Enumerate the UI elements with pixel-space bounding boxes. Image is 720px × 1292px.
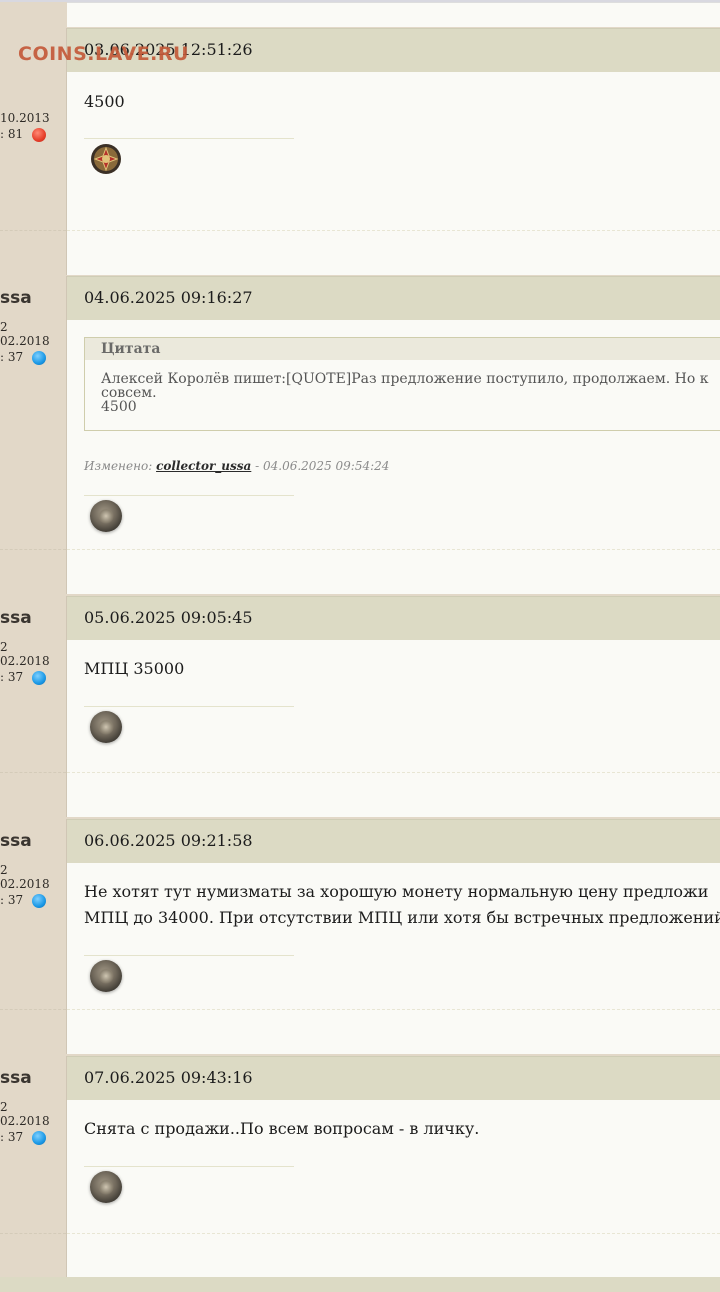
post-content: 06.06.2025 09:21:58 Не хотят тут нумизма… [67, 819, 720, 1054]
side-divider [0, 1009, 66, 1010]
site-watermark: COINS.LAVE.RU [18, 43, 189, 65]
online-status-icon [32, 351, 46, 365]
quote-text: Алексей Королёв пишет:[QUOTE]Раз предлож… [101, 372, 708, 414]
signature-divider [84, 706, 294, 707]
quote-line: Алексей Королёв пишет:[QUOTE]Раз предлож… [101, 371, 709, 387]
top-strip [0, 0, 720, 28]
post-text: 4500 [84, 92, 125, 111]
post-text-line: Не хотят тут нумизматы за хорошую монету… [84, 882, 709, 901]
coin-icon [90, 500, 122, 532]
post-date: 07.06.2025 09:43:16 [84, 1068, 253, 1087]
previous-post-tail [67, 2, 720, 27]
author-rank: 2 [0, 640, 8, 654]
coin-icon [90, 960, 122, 992]
post-header: 04.06.2025 09:16:27 [67, 276, 720, 320]
author-registered-date: 10.2013 [0, 111, 50, 125]
author-name[interactable]: ssa [0, 1068, 32, 1088]
side-divider [0, 549, 66, 550]
side-divider [0, 230, 66, 231]
post-text: Не хотят тут нумизматы за хорошую монету… [84, 879, 720, 931]
online-status-icon [32, 894, 46, 908]
edited-note: Изменено: collector_ussa - 04.06.2025 09… [84, 459, 389, 473]
post-content: 05.06.2025 09:05:45 МПЦ 35000 [67, 596, 720, 817]
post-header: 05.06.2025 09:05:45 [67, 596, 720, 640]
author-rank: 2 [0, 863, 8, 877]
bottom-strip [0, 1277, 720, 1292]
post-date: 05.06.2025 09:05:45 [84, 608, 253, 627]
post-author-panel: 10.2013 : 81 [0, 28, 67, 275]
post-author-panel: ssa 2 02.2018 : 37 [0, 1056, 67, 1277]
author-post-count: : 37 [0, 893, 24, 907]
order-icon [91, 144, 121, 174]
quote-line: совсем. [101, 385, 157, 401]
author-rank: 2 [0, 320, 8, 334]
post-footer-divider [67, 1009, 720, 1010]
side-divider [0, 1233, 66, 1234]
author-post-count: : 81 [0, 127, 24, 141]
post-date: 06.06.2025 09:21:58 [84, 831, 253, 850]
author-registered-date: 02.2018 [0, 877, 50, 891]
author-post-count: : 37 [0, 1130, 24, 1144]
side-divider [0, 772, 66, 773]
author-name[interactable]: ssa [0, 608, 32, 628]
online-status-icon [32, 671, 46, 685]
quote-title: Цитата [85, 338, 720, 360]
author-registered-date: 02.2018 [0, 334, 50, 348]
signature-divider [84, 955, 294, 956]
coin-icon [90, 711, 122, 743]
author-name[interactable]: ssa [0, 831, 32, 851]
online-status-icon [32, 1131, 46, 1145]
post-content: 07.06.2025 09:43:16 Снята с продажи..По … [67, 1056, 720, 1277]
post-footer-divider [67, 549, 720, 550]
author-name[interactable]: ssa [0, 288, 32, 308]
post-text: Снята с продажи..По всем вопросам - в ли… [84, 1119, 480, 1138]
author-post-count: : 37 [0, 350, 24, 364]
edited-user-link[interactable]: collector_ussa [156, 459, 251, 473]
edited-time: - 04.06.2025 09:54:24 [251, 459, 390, 473]
edited-label: Изменено: [84, 459, 157, 473]
signature-divider [84, 1166, 294, 1167]
signature-divider [84, 495, 294, 496]
post-header: 07.06.2025 09:43:16 [67, 1056, 720, 1100]
author-registered-date: 02.2018 [0, 654, 50, 668]
post-header: 06.06.2025 09:21:58 [67, 819, 720, 863]
author-post-count: : 37 [0, 670, 24, 684]
post-footer-divider [67, 1233, 720, 1234]
post-text: МПЦ 35000 [84, 659, 185, 678]
forum-post: ssa 2 02.2018 : 37 05.06.2025 09:05:45 М… [0, 596, 720, 817]
post-author-panel: ssa 2 02.2018 : 37 [0, 276, 67, 594]
post-content: 03.06.2025 12:51:26 4500 [67, 28, 720, 275]
post-author-panel: ssa 2 02.2018 : 37 [0, 596, 67, 817]
post-text-line: МПЦ до 34000. При отсутствии МПЦ или хот… [84, 908, 720, 927]
forum-post: ssa 2 02.2018 : 37 04.06.2025 09:16:27 Ц… [0, 276, 720, 594]
post-footer-divider [67, 772, 720, 773]
forum-post: ssa 2 02.2018 : 37 07.06.2025 09:43:16 С… [0, 1056, 720, 1277]
author-rank: 2 [0, 1100, 8, 1114]
forum-post: ssa 2 02.2018 : 37 06.06.2025 09:21:58 Н… [0, 819, 720, 1054]
offline-status-icon [32, 128, 46, 142]
post-footer-divider [67, 230, 720, 231]
quote-line: 4500 [101, 399, 137, 415]
post-date: 04.06.2025 09:16:27 [84, 288, 253, 307]
author-registered-date: 02.2018 [0, 1114, 50, 1128]
quote-block: Цитата Алексей Королёв пишет:[QUOTE]Раз … [84, 337, 720, 431]
signature-divider [84, 138, 294, 139]
post-content: 04.06.2025 09:16:27 Цитата Алексей Корол… [67, 276, 720, 594]
forum-post: 10.2013 : 81 03.06.2025 12:51:26 4500 [0, 28, 720, 275]
coin-icon [90, 1171, 122, 1203]
post-author-panel: ssa 2 02.2018 : 37 [0, 819, 67, 1054]
